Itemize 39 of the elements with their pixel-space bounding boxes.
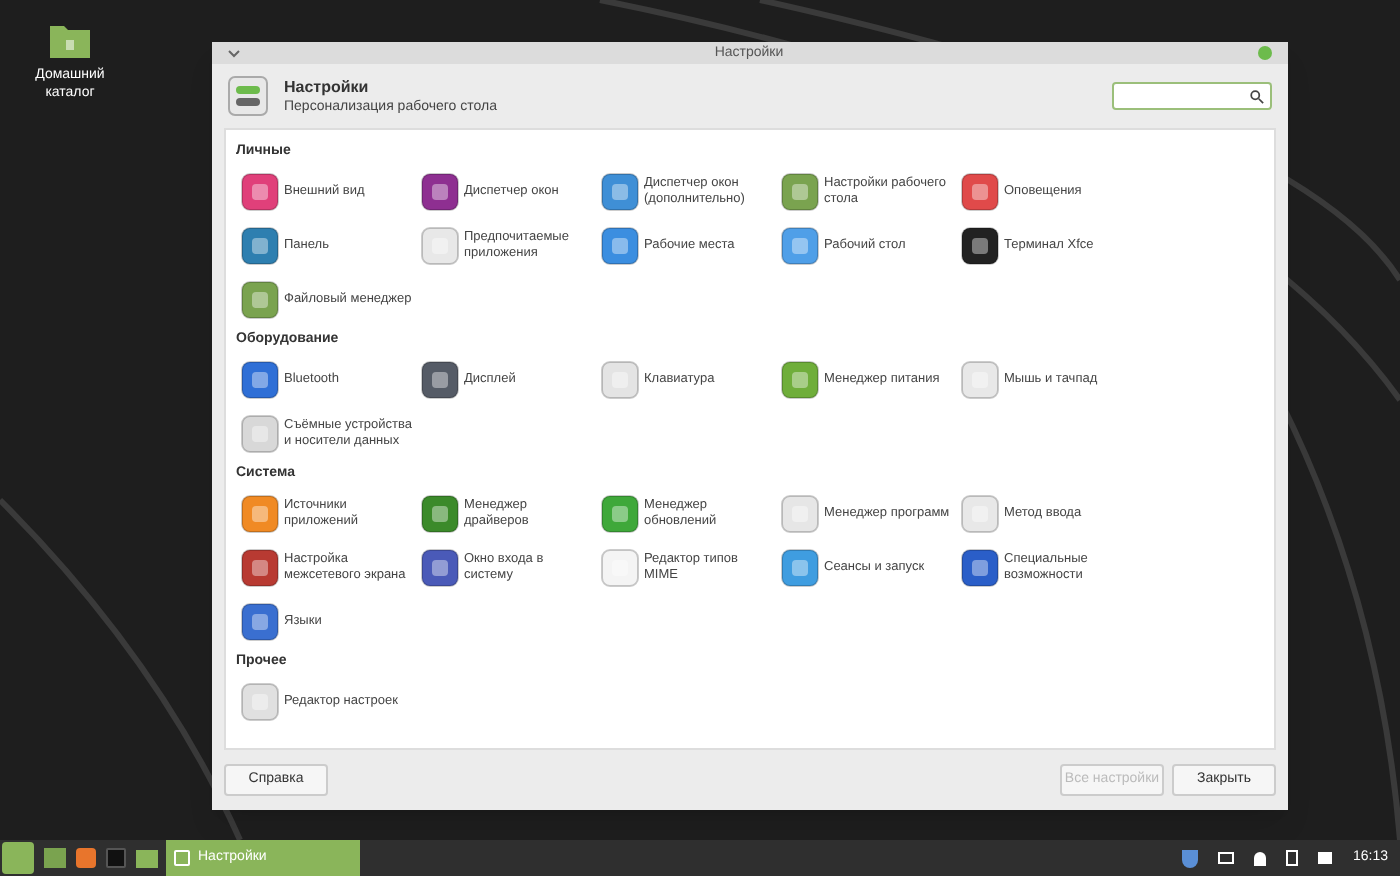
settings-app-icon xyxy=(420,359,460,399)
settings-app-icon xyxy=(960,547,1000,587)
settings-app-icon xyxy=(600,547,640,587)
settings-app-icon xyxy=(420,547,460,587)
settings-app-icon xyxy=(600,171,640,211)
settings-app-icon xyxy=(780,493,820,533)
settings-app-icon xyxy=(240,681,280,721)
settings-app-icon xyxy=(240,601,280,641)
settings-app-icon xyxy=(780,359,820,399)
settings-app-icon xyxy=(420,493,460,533)
settings-app-icon xyxy=(240,359,280,399)
settings-app-icon xyxy=(960,225,1000,265)
settings-app-icon xyxy=(600,359,640,399)
settings-app-icon xyxy=(240,225,280,265)
settings-app-icon xyxy=(960,493,1000,533)
toggle-switches-icon xyxy=(228,76,268,116)
settings-app-icon xyxy=(780,171,820,211)
settings-app-icon xyxy=(780,225,820,265)
shield-icon[interactable] xyxy=(1182,849,1199,867)
settings-app-icon xyxy=(240,279,280,319)
settings-app-icon xyxy=(420,171,460,211)
settings-app-icon xyxy=(420,225,460,265)
settings-app-icon xyxy=(600,493,640,533)
header-title: Настройки xyxy=(284,77,371,97)
bell-icon[interactable] xyxy=(1254,851,1267,865)
search-icon xyxy=(1250,89,1264,103)
settings-app-icon xyxy=(960,359,1000,399)
settings-app-icon xyxy=(960,171,1000,211)
settings-app-icon xyxy=(240,171,280,211)
window-icon xyxy=(174,850,190,866)
settings-app-icon xyxy=(600,225,640,265)
search-field[interactable] xyxy=(1112,82,1272,110)
settings-app-icon xyxy=(240,413,280,453)
settings-app-icon xyxy=(240,493,280,533)
terminal-icon[interactable] xyxy=(106,848,126,868)
settings-app-icon xyxy=(240,547,280,587)
screen-icon[interactable] xyxy=(1218,852,1235,864)
caret-icon[interactable] xyxy=(228,49,240,57)
settings-app-icon xyxy=(780,547,820,587)
